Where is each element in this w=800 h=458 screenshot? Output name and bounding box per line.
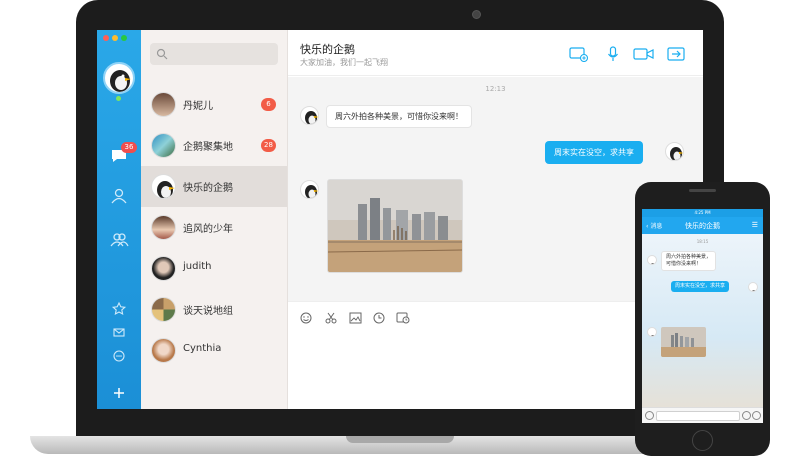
group-avatar bbox=[151, 297, 176, 322]
emoji-icon[interactable] bbox=[742, 411, 751, 420]
mobile-status-bar: 4:25 PM bbox=[642, 209, 763, 217]
message-line: 可惜你没来啊！ bbox=[666, 261, 702, 267]
star-icon[interactable] bbox=[109, 299, 129, 319]
contact-item[interactable]: judith bbox=[141, 248, 287, 289]
history-icon[interactable] bbox=[396, 309, 410, 328]
group-icon[interactable] bbox=[109, 230, 129, 250]
online-status-dot bbox=[116, 96, 121, 101]
contact-name: 追风的少年 bbox=[183, 224, 233, 235]
screen-share-icon[interactable] bbox=[569, 46, 589, 66]
camera bbox=[472, 10, 481, 19]
mobile-city-photo[interactable] bbox=[661, 327, 706, 357]
voice-icon[interactable] bbox=[645, 411, 654, 420]
chat-header: 快乐的企鹅 大家加油，我们一起飞翔 bbox=[288, 30, 703, 76]
clock-icon[interactable] bbox=[373, 309, 385, 328]
woman-avatar bbox=[151, 256, 176, 281]
incoming-message: 周六外拍各种美景，可惜你没来啊！ bbox=[326, 105, 472, 128]
mobile-input-bar bbox=[642, 407, 763, 423]
more-icon[interactable] bbox=[109, 346, 129, 366]
chat-title: 快乐的企鹅 bbox=[300, 43, 355, 56]
penguin-avatar bbox=[300, 106, 319, 125]
home-button[interactable] bbox=[692, 430, 713, 451]
contacts-icon[interactable] bbox=[109, 186, 129, 206]
phone-speaker bbox=[689, 189, 716, 192]
video-icon[interactable] bbox=[633, 46, 655, 66]
contact-name: 谈天说地组 bbox=[183, 306, 233, 317]
mobile-nav-bar: ‹ 消息 快乐的企鹅 ☰ bbox=[642, 217, 763, 234]
desktop-app-window: 36 丹妮儿 6 企鹅聚集地 28 快乐的企鹅 追风的少年 judith 谈天说… bbox=[97, 30, 703, 409]
mobile-outgoing-message: 周末实在没空，求共享 bbox=[671, 281, 730, 292]
contact-name: judith bbox=[183, 261, 212, 272]
image-icon[interactable] bbox=[349, 309, 362, 328]
unread-badge: 36 bbox=[121, 142, 137, 153]
menu-icon[interactable]: ☰ bbox=[752, 221, 758, 229]
contact-item[interactable]: Cynthia bbox=[141, 330, 287, 371]
close-window-button[interactable] bbox=[103, 35, 109, 41]
penguin-avatar bbox=[300, 180, 319, 199]
contact-item[interactable]: 丹妮儿 6 bbox=[141, 84, 287, 125]
message-line: 周六外拍各种美景， bbox=[666, 254, 712, 260]
contact-item[interactable]: 谈天说地组 bbox=[141, 289, 287, 330]
laptop-notch bbox=[346, 436, 454, 443]
contact-name: 快乐的企鹅 bbox=[183, 183, 233, 194]
emoji-icon[interactable] bbox=[300, 309, 312, 328]
unread-badge: 6 bbox=[261, 98, 276, 111]
landscape-avatar bbox=[151, 133, 176, 158]
user-avatar[interactable] bbox=[103, 62, 135, 94]
contact-name: 企鹅聚集地 bbox=[183, 142, 233, 153]
outgoing-message: 周末实在没空，求共享 bbox=[545, 141, 643, 164]
phone-frame: 4:25 PM ‹ 消息 快乐的企鹅 ☰ 18:15 周六外拍各种美景， 可惜你… bbox=[635, 182, 770, 456]
minimize-window-button[interactable] bbox=[112, 35, 118, 41]
mobile-message-input[interactable] bbox=[656, 411, 740, 421]
conversation-list: 丹妮儿 6 企鹅聚集地 28 快乐的企鹅 追风的少年 judith 谈天说地组 bbox=[141, 30, 288, 409]
contact-item[interactable]: 企鹅聚集地 28 bbox=[141, 125, 287, 166]
contact-name: 丹妮儿 bbox=[183, 101, 213, 112]
plus-icon[interactable] bbox=[752, 411, 761, 420]
mobile-chat-title: 快乐的企鹅 bbox=[685, 222, 720, 230]
message-timestamp: 12:13 bbox=[485, 85, 506, 93]
maximize-window-button[interactable] bbox=[121, 35, 127, 41]
unread-badge: 28 bbox=[261, 139, 276, 152]
penguin-avatar bbox=[647, 327, 657, 337]
mobile-timestamp: 18:15 bbox=[696, 239, 709, 244]
search-input[interactable] bbox=[150, 43, 278, 65]
girl-avatar bbox=[151, 92, 176, 117]
contact-name: Cynthia bbox=[183, 343, 222, 354]
mobile-incoming-message: 周六外拍各种美景， 可惜你没来啊！ bbox=[661, 251, 717, 271]
penguin-avatar bbox=[647, 255, 657, 265]
woman-avatar bbox=[151, 338, 176, 363]
city-photo-message[interactable] bbox=[327, 179, 463, 273]
mail-icon[interactable] bbox=[109, 322, 129, 342]
navigation-rail: 36 bbox=[97, 30, 141, 409]
contact-item-selected[interactable]: 快乐的企鹅 bbox=[141, 166, 287, 207]
boy-avatar bbox=[151, 215, 176, 240]
scissors-icon[interactable] bbox=[325, 309, 337, 328]
penguin-avatar bbox=[748, 282, 758, 292]
contact-item[interactable]: 追风的少年 bbox=[141, 207, 287, 248]
penguin-avatar bbox=[665, 142, 684, 161]
chat-subtitle: 大家加油，我们一起飞翔 bbox=[300, 58, 388, 67]
mobile-app-screen: 4:25 PM ‹ 消息 快乐的企鹅 ☰ 18:15 周六外拍各种美景， 可惜你… bbox=[642, 209, 763, 423]
penguin-avatar bbox=[151, 174, 176, 199]
add-icon[interactable] bbox=[109, 383, 129, 403]
transfer-icon[interactable] bbox=[667, 46, 685, 66]
search-icon bbox=[156, 48, 168, 60]
microphone-icon[interactable] bbox=[606, 46, 620, 66]
